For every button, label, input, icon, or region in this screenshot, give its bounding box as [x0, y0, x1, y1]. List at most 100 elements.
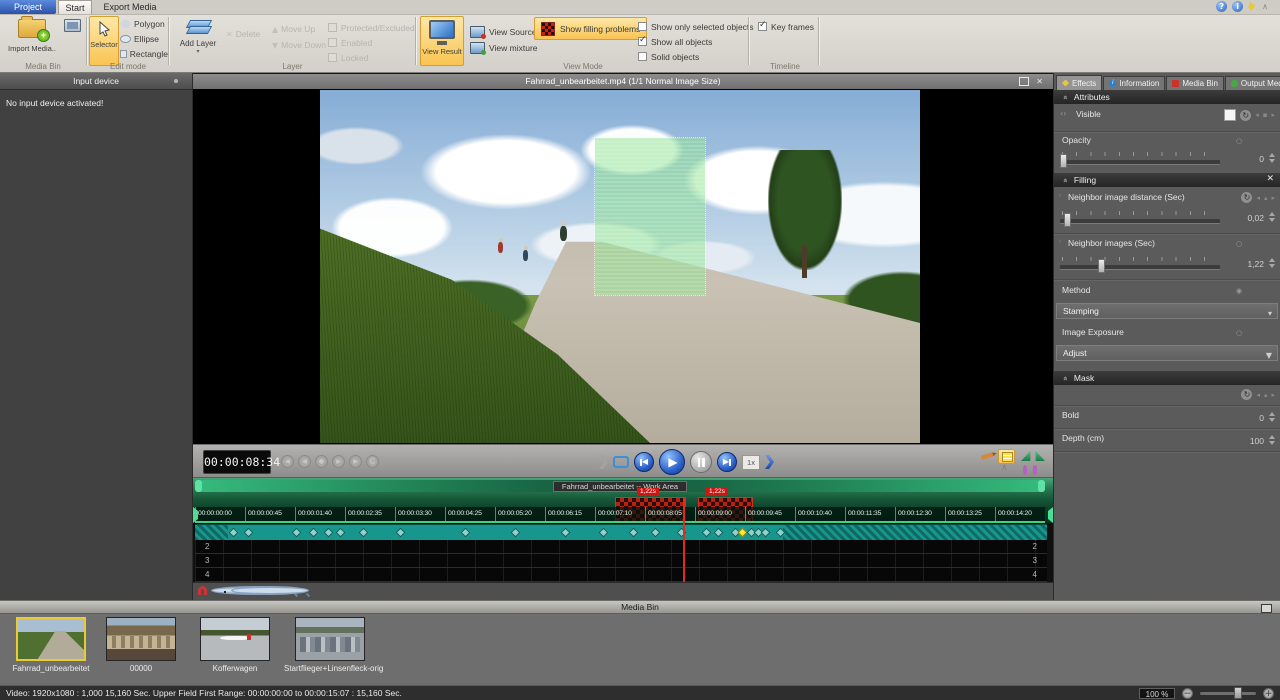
pen-icon[interactable] — [1248, 2, 1257, 11]
attributes-header[interactable]: « Attributes — [1054, 90, 1280, 104]
mask-selection-overlay[interactable] — [595, 138, 705, 295]
import-media-button[interactable]: Import Media.. — [4, 16, 60, 64]
prev-keyframe-icon[interactable]: ◂ — [1255, 111, 1259, 119]
snap-magnet-icon[interactable] — [198, 586, 207, 595]
playback-speed-button[interactable]: 1x — [742, 455, 760, 470]
checkbox-box[interactable] — [638, 22, 647, 31]
track-row[interactable]: 3 3 — [195, 554, 1047, 568]
tab-start[interactable]: Start — [58, 0, 92, 14]
selector-tool-button[interactable]: Selector — [89, 16, 119, 66]
track-row[interactable]: 4 4 — [195, 568, 1047, 582]
checkbox-key-frames[interactable]: Key frames — [758, 19, 814, 34]
neighbor-images-spinner[interactable] — [1269, 258, 1275, 268]
zoom-slider[interactable] — [1200, 687, 1256, 699]
exposure-dropdown[interactable]: Adjust ▼ — [1056, 345, 1278, 361]
media-bin-item[interactable]: 00000 — [102, 616, 180, 673]
checkbox-box[interactable] — [638, 52, 647, 61]
keyframe-diamond[interactable] — [651, 528, 661, 538]
keyframe-diamond[interactable] — [396, 528, 406, 538]
media-thumbnail[interactable] — [16, 617, 86, 661]
visible-checkbox[interactable] — [1224, 109, 1236, 121]
draw-range-icon[interactable] — [981, 452, 995, 460]
opacity-spinner[interactable] — [1269, 153, 1275, 163]
depth-spinner[interactable] — [1269, 435, 1275, 445]
keyframe-diamond[interactable] — [324, 528, 334, 538]
bracket-right-icon[interactable] — [1033, 465, 1037, 475]
neighbor-distance-slider[interactable] — [1060, 210, 1220, 228]
prev-keyframe-icon[interactable]: ◂ — [1256, 391, 1260, 399]
slider-thumb[interactable] — [1060, 154, 1067, 168]
keyframe-diamond[interactable] — [561, 528, 571, 538]
tab-project[interactable]: Project — [0, 0, 56, 14]
bracket-left-icon[interactable] — [1023, 465, 1027, 475]
panel-window-icon[interactable] — [1261, 604, 1272, 613]
add-keyframe-icon[interactable]: ▪ — [1263, 111, 1268, 119]
zoom-out-button[interactable]: − — [1182, 688, 1193, 699]
keyframe-diamond[interactable] — [244, 528, 254, 538]
show-filling-problems-button[interactable]: Show filling problems — [534, 17, 647, 40]
panel-maximize-icon[interactable] — [1019, 77, 1029, 86]
keyframe-dot-icon[interactable]: ◉ — [1236, 287, 1242, 295]
prev-keyframe-icon[interactable]: ◂ — [1256, 194, 1260, 202]
next-keyframe-icon[interactable]: ▸ — [1271, 194, 1275, 202]
go-to-end-button[interactable]: ▶ — [717, 452, 737, 472]
opacity-slider[interactable] — [1060, 151, 1220, 169]
checkbox-box[interactable] — [638, 37, 647, 46]
keyframe-diamond[interactable] — [461, 528, 471, 538]
checkbox-box[interactable] — [758, 22, 767, 31]
next-keyframe-icon[interactable]: ▸ — [1271, 391, 1275, 399]
collapse-ribbon-icon[interactable]: ∧ — [1262, 2, 1268, 11]
keyframe-dot-icon[interactable]: ○ — [1236, 329, 1242, 337]
media-bin-item[interactable]: Startflieger+Linsenfleck-orig — [284, 616, 376, 673]
reset-icon[interactable]: ↻ — [1241, 389, 1252, 400]
keyframe-diamond[interactable] — [761, 528, 771, 538]
zoom-in-range-icon[interactable] — [1021, 451, 1032, 461]
pause-button[interactable] — [690, 451, 712, 473]
keyframe-diamond[interactable] — [309, 528, 319, 538]
loop-playback-icon[interactable] — [613, 456, 629, 468]
tab-media-bin[interactable]: Media Bin — [1166, 76, 1224, 90]
media-bin-item[interactable]: Fahrrad_unbearbeitet — [8, 616, 94, 673]
video-canvas[interactable] — [193, 89, 1053, 444]
reset-icon[interactable]: ↻ — [1241, 192, 1252, 203]
keyframe-diamond[interactable] — [714, 528, 724, 538]
bold-spinner[interactable] — [1269, 412, 1275, 422]
view-source-button[interactable]: View Source — [470, 24, 538, 40]
video-frame[interactable] — [320, 90, 920, 443]
reset-icon[interactable]: ↻ — [1240, 110, 1251, 121]
tab-export-media[interactable]: Export Media — [94, 0, 166, 14]
capture-device-icon[interactable] — [64, 19, 81, 32]
view-result-button[interactable]: View Result — [420, 16, 464, 66]
keyframe-dot-icon[interactable]: ○ — [1236, 137, 1242, 145]
keyframe-dot-icon[interactable]: ○ — [1236, 240, 1242, 248]
checkbox-show-only-selected-objects[interactable]: Show only selected objects — [638, 19, 754, 34]
keyframe-diamond[interactable] — [359, 528, 369, 538]
tab-effects[interactable]: Effects — [1056, 75, 1102, 90]
expand-icon[interactable]: ‹› — [1060, 109, 1066, 118]
zoom-in-icon[interactable] — [231, 586, 309, 595]
keyframe-track[interactable] — [195, 524, 1047, 540]
rectangle-tool-button[interactable]: Rectangle — [120, 46, 168, 61]
info-icon[interactable]: i — [1232, 1, 1243, 12]
keyframe-diamond[interactable] — [292, 528, 302, 538]
zoom-in-button[interactable]: + — [1263, 688, 1274, 699]
add-keyframe-icon[interactable]: ▴ — [1264, 391, 1268, 399]
mask-header[interactable]: « Mask — [1054, 371, 1280, 385]
close-filling-icon[interactable]: ✕ — [1266, 174, 1274, 184]
filling-header[interactable]: « Filling ✕ — [1054, 173, 1280, 187]
timeline-tracks[interactable]: 2 2 3 3 4 4 — [195, 540, 1047, 582]
panel-dot-icon[interactable] — [174, 79, 178, 83]
collapse-timeline-icon[interactable]: ∧ — [1001, 464, 1008, 473]
view-mixture-button[interactable]: View mixture — [470, 40, 538, 56]
tab-information[interactable]: i Information — [1103, 76, 1165, 90]
panel-close-icon[interactable]: ✕ — [1036, 78, 1043, 86]
add-keyframe-icon[interactable]: ▴ — [1264, 194, 1268, 202]
media-thumbnail[interactable] — [106, 617, 176, 661]
slider-thumb[interactable] — [1064, 213, 1071, 227]
keyframe-diamond[interactable] — [629, 528, 639, 538]
help-icon[interactable]: ? — [1216, 1, 1227, 12]
go-to-start-button[interactable]: ◀ — [634, 452, 654, 472]
zoom-slider-thumb[interactable] — [1234, 687, 1242, 699]
neighbor-distance-spinner[interactable] — [1269, 212, 1275, 222]
work-area-bar[interactable]: Fahrrad_unbearbeitet -- Work Area — [195, 480, 1045, 492]
